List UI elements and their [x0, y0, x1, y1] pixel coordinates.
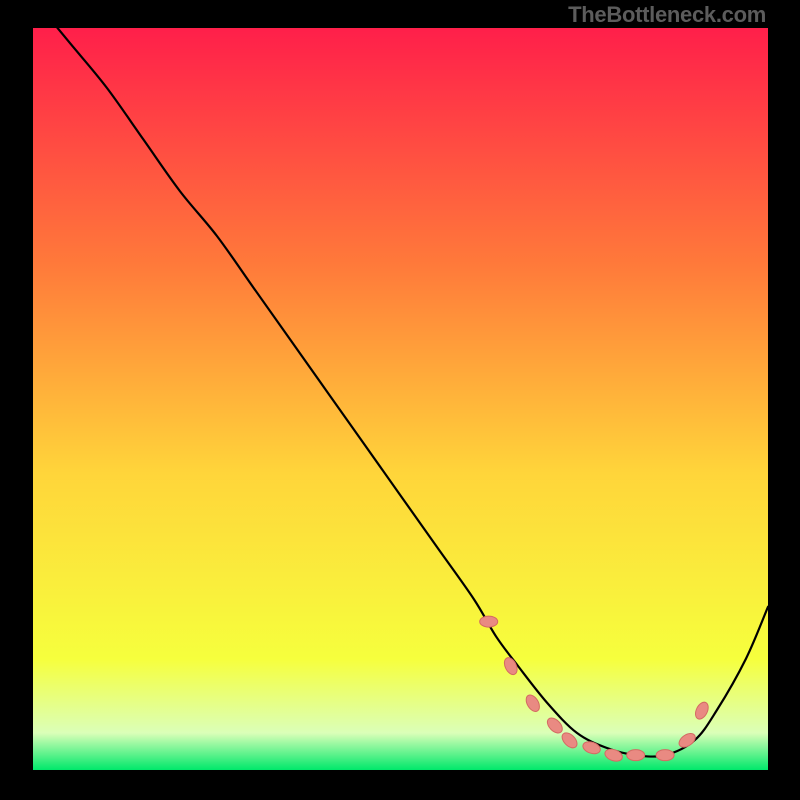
attribution-text: TheBottleneck.com — [568, 2, 766, 28]
bottleneck-chart — [0, 0, 800, 800]
chart-container: TheBottleneck.com — [0, 0, 800, 800]
marker-point — [627, 750, 645, 761]
marker-point — [480, 616, 498, 627]
marker-point — [656, 750, 674, 761]
